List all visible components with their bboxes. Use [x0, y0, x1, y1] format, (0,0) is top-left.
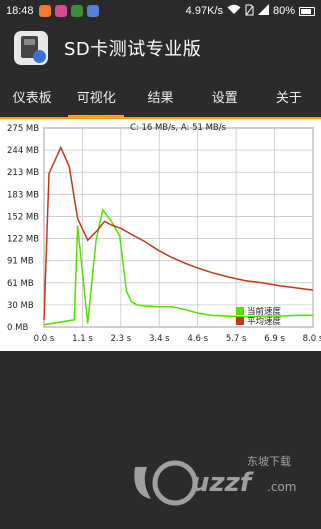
app-title: SD卡测试专业版 — [64, 39, 202, 60]
y-tick-label: 244 MB — [7, 146, 39, 156]
y-tick-label: 183 MB — [7, 190, 39, 200]
speed-chart: 275 MB 244 MB 213 MB 183 MB 152 MB 122 MB 91 M… — [0, 119, 321, 351]
chart-title: C: 16 MB/s, A: 51 MB/s — [130, 123, 227, 133]
tab-bar: 仪表板 可视化 结果 设置 关于 — [0, 84, 321, 118]
x-tick-label: 2.3 s — [111, 334, 132, 344]
x-tick-label: 4.6 s — [187, 334, 208, 344]
tab-results[interactable]: 结果 — [128, 84, 192, 118]
legend-label: 当前速度 — [247, 306, 282, 317]
legend-swatch — [236, 307, 244, 315]
tab-settings[interactable]: 设置 — [193, 84, 257, 118]
tab-label: 设置 — [211, 91, 238, 106]
legend-label: 平均速度 — [247, 316, 282, 327]
no-sim-icon — [245, 4, 254, 19]
signal-icon — [257, 4, 269, 18]
watermark-suffix: .com — [267, 480, 296, 494]
watermark-tagline: 东坡下载 — [247, 455, 291, 468]
tab-label: 结果 — [147, 91, 174, 106]
tab-label: 可视化 — [76, 91, 116, 106]
y-tick-label: 30 MB — [7, 301, 34, 311]
legend-swatch — [236, 317, 244, 325]
tab-label: 仪表板 — [12, 91, 52, 106]
y-tick-label: 91 MB — [7, 257, 34, 267]
y-tick-label: 275 MB — [7, 124, 39, 134]
x-tick-label: 8.0 s — [303, 334, 321, 344]
status-time: 18:48 — [6, 5, 34, 17]
y-tick-label: 122 MB — [7, 235, 39, 245]
app-notification-icon — [54, 5, 67, 17]
battery-icon — [299, 6, 315, 16]
x-tick-label: 6.9 s — [264, 334, 285, 344]
y-tick-label: 213 MB — [7, 168, 39, 178]
x-tick-label: 1.1 s — [72, 334, 93, 344]
battery-percent: 80% — [272, 5, 295, 17]
tab-label: 关于 — [275, 91, 302, 106]
network-speed: 4.97K/s — [185, 5, 223, 17]
app-notification-icon — [86, 5, 99, 17]
wifi-icon — [227, 4, 241, 18]
tab-visualization[interactable]: 可视化 — [64, 84, 128, 118]
sd-card-icon — [14, 31, 48, 65]
y-tick-label: 0 MB — [7, 323, 28, 333]
x-tick-label: 5.7 s — [226, 334, 247, 344]
tab-dashboard[interactable]: 仪表板 — [0, 84, 64, 118]
speed-chart-svg: 275 MB 244 MB 213 MB 183 MB 152 MB 122 MB 91 M… — [0, 119, 321, 351]
x-tick-label: 0.0 s — [34, 334, 55, 344]
tab-about[interactable]: 关于 — [257, 84, 321, 118]
watermark-brand: uzzf — [191, 468, 255, 498]
app-bar: SD卡测试专业版 — [0, 22, 321, 74]
watermark-logo: uzzf .com 东坡下载 — [127, 447, 307, 511]
app-notification-icon — [70, 5, 83, 17]
y-tick-label: 152 MB — [7, 212, 39, 222]
status-bar: 18:48 4.97K/s 80% — [0, 0, 321, 22]
y-tick-label: 61 MB — [7, 279, 34, 289]
x-tick-label: 3.4 s — [149, 334, 170, 344]
app-notification-icon — [38, 5, 51, 17]
